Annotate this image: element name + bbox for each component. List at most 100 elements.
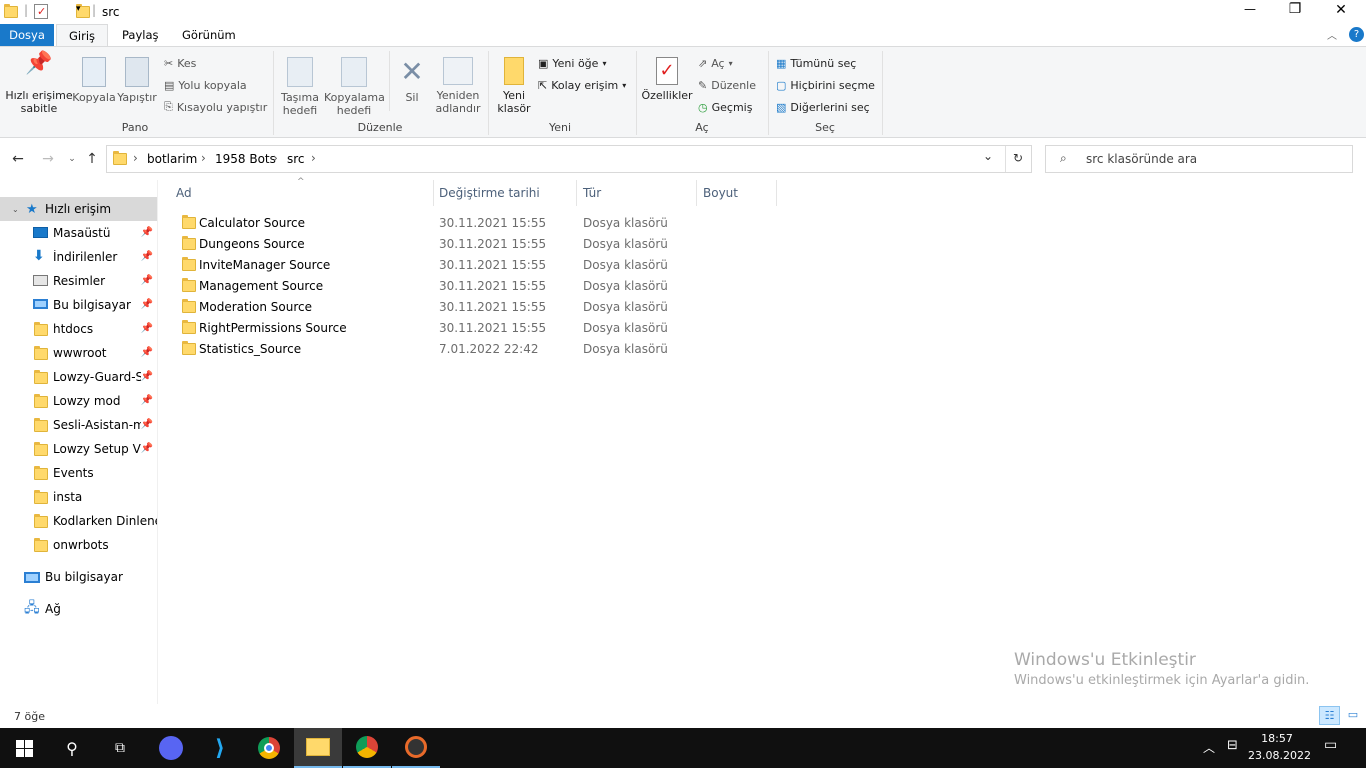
task-view-button[interactable]: ⧉ [96, 728, 144, 768]
address-bar[interactable]: › botlarim › 1958 Bots › src › ⌄ ↻ [106, 145, 1032, 173]
table-row[interactable]: Statistics_Source 7.01.2022 22:42 Dosya kl… [174, 338, 834, 359]
forward-arrow-icon[interactable]: → [38, 149, 58, 169]
help-icon[interactable]: ? [1349, 27, 1364, 42]
tab-share[interactable]: Paylaş [110, 24, 171, 46]
pin-icon[interactable]: 📌 [141, 251, 153, 262]
sidebar-item-pinned[interactable]: htdocs 📌 [0, 317, 157, 341]
sidebar-item-quick-access[interactable]: ⌄ ★ Hızlı erişim [0, 197, 157, 221]
table-row[interactable]: InviteManager Source 30.11.2021 15:55 Dosy… [174, 254, 834, 275]
column-header-modified[interactable]: Değiştirme tarihi [433, 180, 577, 206]
refresh-icon[interactable]: ↻ [1013, 151, 1023, 165]
column-header-size[interactable]: Boyut [697, 180, 777, 206]
edit-button[interactable]: ✎ Düzenle [698, 75, 756, 95]
delete-button[interactable]: ✕ Sil [394, 57, 430, 105]
media-player-taskbar-app[interactable] [392, 728, 440, 768]
pin-icon[interactable]: 📌 [141, 299, 153, 310]
sidebar-item-pinned[interactable]: Lowzy mod 📌 [0, 389, 157, 413]
tab-file[interactable]: Dosya [0, 24, 54, 46]
sidebar-item-pinned[interactable]: Masaüstü 📌 [0, 221, 157, 245]
paste-button[interactable]: Yapıştır [116, 57, 158, 104]
select-none-button[interactable]: ▢ Hiçbirini seçme [776, 75, 875, 95]
copy-button[interactable]: Kopyala [72, 57, 116, 104]
search-taskbar-button[interactable]: ⚲ [48, 728, 96, 768]
sidebar-item-label: Lowzy mod [53, 394, 121, 408]
new-item-button[interactable]: ▣ Yeni öğe ▾ [538, 53, 606, 73]
sidebar-item-pinned[interactable]: Resimler 📌 [0, 269, 157, 293]
table-row[interactable]: Moderation Source 30.11.2021 15:55 Dosya k… [174, 296, 834, 317]
tab-view[interactable]: Görünüm [170, 24, 248, 46]
pin-icon[interactable]: 📌 [141, 371, 153, 382]
chrome-profile-taskbar-app[interactable] [343, 728, 391, 768]
collapse-ribbon-icon[interactable]: ︿ [1327, 27, 1337, 42]
table-row[interactable]: RightPermissions Source 30.11.2021 15:55 D… [174, 317, 834, 338]
pin-icon[interactable]: 📌 [141, 443, 153, 454]
sidebar-item-label: Hızlı erişim [45, 202, 112, 216]
paste-shortcut-button[interactable]: ⎘ Kısayolu yapıştır [164, 97, 267, 117]
back-arrow-icon[interactable]: ← [8, 149, 28, 169]
recent-locations-chevron-icon[interactable]: ⌄ [62, 149, 82, 169]
search-input[interactable]: ⌕ src klasöründe ara [1045, 145, 1353, 173]
discord-taskbar-app[interactable] [147, 728, 195, 768]
breadcrumb-item[interactable]: 1958 Bots [215, 152, 276, 166]
sidebar-item-recent[interactable]: onwrbots [0, 533, 157, 557]
expand-chevron-icon[interactable]: ⌄ [12, 205, 19, 214]
table-row[interactable]: Calculator Source 30.11.2021 15:55 Dosya k… [174, 212, 834, 233]
sidebar-item-recent[interactable]: Kodlarken Dinleneceği [0, 509, 157, 533]
pin-icon[interactable]: 📌 [141, 395, 153, 406]
table-row[interactable]: Dungeons Source 30.11.2021 15:55 Dosya kla… [174, 233, 834, 254]
pin-icon[interactable]: 📌 [141, 275, 153, 286]
sidebar-item-pinned[interactable]: Lowzy-Guard-Sy 📌 [0, 365, 157, 389]
sidebar-item-this-pc[interactable]: Bu bilgisayar [0, 565, 157, 589]
properties-quick-icon[interactable]: ✓ [34, 4, 48, 19]
open-button[interactable]: ⇗ Aç ▾ [698, 53, 733, 73]
column-header-name[interactable]: Ad [170, 180, 434, 206]
rename-button[interactable]: Yeniden adlandır [432, 57, 484, 115]
network-status-icon[interactable]: ⊟ [1227, 738, 1238, 753]
notifications-icon[interactable]: ▭ [1324, 737, 1337, 753]
tab-home[interactable]: Giriş [56, 24, 109, 47]
sidebar-item-network[interactable]: 🖧 Ağ [0, 597, 157, 621]
large-icons-view-icon[interactable]: ▭ [1343, 706, 1363, 725]
pin-icon[interactable]: 📌 [141, 227, 153, 238]
sidebar-item-recent[interactable]: insta [0, 485, 157, 509]
file-explorer-taskbar-app[interactable] [294, 728, 342, 768]
sidebar-item-recent[interactable]: Events [0, 461, 157, 485]
quick-access-dropdown-icon[interactable]: ▾ [76, 4, 81, 14]
select-all-button[interactable]: ▦ Tümünü seç [776, 53, 856, 73]
address-history-chevron-icon[interactable]: ⌄ [983, 149, 993, 163]
properties-button[interactable]: ✓ Özellikler [640, 57, 694, 102]
chrome-taskbar-app[interactable] [245, 728, 293, 768]
table-row[interactable]: Management Source 30.11.2021 15:55 Dosya k… [174, 275, 834, 296]
cut-button[interactable]: ✂ Kes [164, 53, 196, 73]
breadcrumb-item[interactable]: botlarim [147, 152, 197, 166]
move-to-button[interactable]: Taşıma hedefi [278, 57, 322, 117]
up-arrow-icon[interactable]: ↑ [82, 149, 102, 169]
clock-date[interactable]: 23.08.2022 [1248, 749, 1311, 762]
vscode-taskbar-app[interactable]: ⟩ [196, 728, 244, 768]
start-button[interactable] [0, 728, 48, 768]
easy-access-button[interactable]: ⇱ Kolay erişim ▾ [538, 75, 626, 95]
minimize-button[interactable]: — [1240, 2, 1260, 16]
sidebar-item-label: Sesli-Asistan-ma [53, 418, 141, 432]
show-hidden-icons-chevron-icon[interactable]: ︿ [1203, 739, 1215, 756]
column-header-type[interactable]: Tür [577, 180, 697, 206]
sidebar-item-pinned[interactable]: Sesli-Asistan-ma📌 [0, 413, 157, 437]
details-view-icon[interactable]: ☷ [1319, 706, 1340, 725]
clock-time[interactable]: 18:57 [1252, 732, 1302, 745]
history-button[interactable]: ◷ Geçmiş [698, 97, 752, 117]
pin-icon[interactable]: 📌 [141, 323, 153, 334]
pin-quick-access-button[interactable]: 📌 Hızlı erişime sabitle [4, 53, 74, 116]
sidebar-item-pinned[interactable]: Lowzy Setup V12📌 [0, 437, 157, 461]
invert-selection-button[interactable]: ▧ Diğerlerini seç [776, 97, 870, 117]
pin-icon[interactable]: 📌 [141, 347, 153, 358]
copy-to-button[interactable]: Kopyalama hedefi [324, 57, 385, 117]
copy-path-button[interactable]: ▤ Yolu kopyala [164, 75, 247, 95]
breadcrumb-item[interactable]: src [287, 152, 305, 166]
maximize-button[interactable]: ❐ [1285, 1, 1305, 17]
pin-icon[interactable]: 📌 [141, 419, 153, 430]
new-folder-button[interactable]: Yeni klasör [494, 57, 534, 115]
sidebar-item-pinned[interactable]: Bu bilgisayar 📌 [0, 293, 157, 317]
close-button[interactable]: ✕ [1331, 2, 1351, 18]
sidebar-item-pinned[interactable]: wwwroot 📌 [0, 341, 157, 365]
sidebar-item-pinned[interactable]: ⬇ İndirilenler 📌 [0, 245, 157, 269]
